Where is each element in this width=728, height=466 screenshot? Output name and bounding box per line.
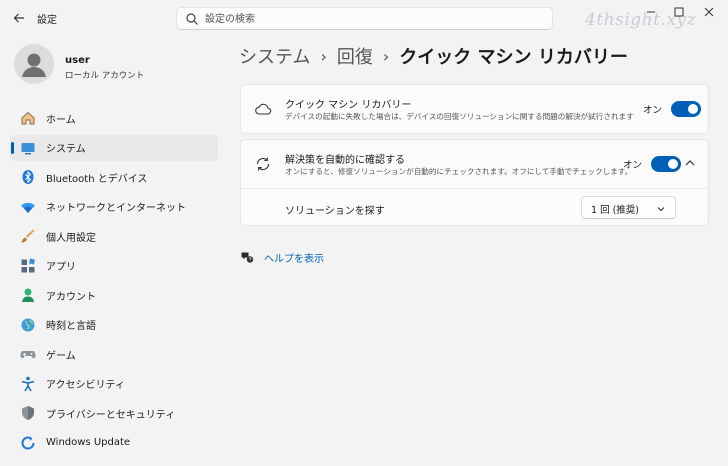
quick-recovery-card: クイック マシン リカバリー デバイスの起動に失敗した場合は、デバイスの回復ソリ… <box>240 84 709 134</box>
sidebar-item-accessibility[interactable]: アクセシビリティ <box>10 371 218 397</box>
quick-recovery-toggle[interactable] <box>671 101 702 117</box>
maximize-button[interactable] <box>664 0 694 30</box>
maximize-icon <box>674 7 684 17</box>
breadcrumb-separator: › <box>320 46 327 66</box>
auto-check-description: オンにすると、修復ソリューションが自動的にチェックされます。オフにして手動でチェ… <box>285 167 633 176</box>
gamepad-icon <box>20 351 36 359</box>
help-label: ヘルプを表示 <box>264 253 324 265</box>
home-icon <box>21 111 35 125</box>
close-button[interactable] <box>694 0 724 30</box>
auto-check-toggle-group: オン <box>623 155 682 173</box>
search-icon <box>186 13 198 25</box>
shield-icon <box>22 406 34 420</box>
apps-icon <box>21 258 35 272</box>
sidebar-item-system[interactable]: システム <box>10 134 218 161</box>
sidebar-item-personalization[interactable]: 個人用設定 <box>10 223 218 249</box>
minimize-button[interactable] <box>636 0 666 30</box>
account-icon <box>22 288 34 302</box>
arrow-left-icon <box>13 13 24 23</box>
minimize-icon <box>647 11 655 13</box>
breadcrumb-separator: › <box>382 46 390 66</box>
sidebar-item-windows-update[interactable]: Windows Update <box>10 430 218 456</box>
back-button[interactable] <box>8 8 30 28</box>
search-box[interactable] <box>176 7 553 30</box>
help-icon <box>241 252 254 263</box>
breadcrumb-system[interactable]: システム <box>239 43 310 69</box>
sidebar-item-privacy[interactable]: プライバシーとセキュリティ <box>10 400 218 426</box>
user-name: user <box>65 55 90 66</box>
update-icon <box>21 436 35 449</box>
globe-icon <box>21 318 35 331</box>
sidebar-item-network[interactable]: ネットワークとインターネット <box>10 194 218 220</box>
system-icon <box>21 142 35 154</box>
close-icon <box>704 7 714 17</box>
find-solution-dropdown[interactable]: 1 回 (推奨) <box>581 196 676 219</box>
user-silhouette-icon <box>22 53 46 77</box>
sidebar-item-time-language[interactable]: 時刻と言語 <box>10 312 218 338</box>
brush-icon <box>21 229 35 243</box>
find-solution-row: ソリューションを探す 1 回 (推奨) <box>241 188 708 226</box>
sidebar-item-accounts[interactable]: アカウント <box>10 282 218 308</box>
dropdown-selected-value: 1 回 (推奨) <box>591 205 639 216</box>
account-type: ローカル アカウント <box>65 71 145 81</box>
help-link[interactable]: ヘルプを表示 <box>240 249 324 265</box>
breadcrumb-recovery[interactable]: 回復 <box>337 43 373 69</box>
user-profile[interactable]: user ローカル アカウント <box>14 44 214 90</box>
chevron-up-icon[interactable] <box>684 157 696 169</box>
chevron-down-icon <box>657 207 665 212</box>
accessibility-icon <box>21 376 35 391</box>
breadcrumb: システム › 回復 › クイック マシン リカバリー <box>239 43 628 69</box>
auto-check-row[interactable]: 解決策を自動的に確認する オンにすると、修復ソリューションが自動的にチェックされ… <box>241 140 708 188</box>
auto-check-toggle[interactable] <box>651 156 682 172</box>
cloud-icon <box>255 103 272 115</box>
app-title: 設定 <box>37 15 57 26</box>
quick-recovery-title: クイック マシン リカバリー <box>285 100 412 111</box>
sidebar-item-bluetooth[interactable]: Bluetooth とデバイス <box>10 164 218 190</box>
network-icon <box>21 202 35 213</box>
sync-icon <box>256 157 270 171</box>
title-bar: 設定 4thsight.xyz <box>0 0 728 36</box>
sidebar-nav: ホーム システム Bluetooth とデバイス ネットワークとインターネット … <box>10 105 218 459</box>
auto-check-card: 解決策を自動的に確認する オンにすると、修復ソリューションが自動的にチェックされ… <box>240 139 709 226</box>
sidebar-item-home[interactable]: ホーム <box>10 105 218 131</box>
auto-check-title: 解決策を自動的に確認する <box>285 155 405 166</box>
toggle-state-label: オン <box>623 160 643 171</box>
quick-recovery-row: クイック マシン リカバリー デバイスの起動に失敗した場合は、デバイスの回復ソリ… <box>241 85 708 133</box>
find-solution-label: ソリューションを探す <box>285 206 385 217</box>
toggle-state-label: オン <box>643 105 663 116</box>
search-input[interactable] <box>205 11 535 27</box>
quick-recovery-description: デバイスの起動に失敗した場合は、デバイスの回復ソリューションに関する問題の解決が… <box>285 112 634 121</box>
sidebar-item-gaming[interactable]: ゲーム <box>10 341 218 367</box>
quick-recovery-toggle-group: オン <box>643 100 702 118</box>
bluetooth-icon <box>22 170 34 184</box>
page-title: クイック マシン リカバリー <box>399 47 628 68</box>
sidebar-item-apps[interactable]: アプリ <box>10 253 218 279</box>
avatar <box>14 44 54 84</box>
